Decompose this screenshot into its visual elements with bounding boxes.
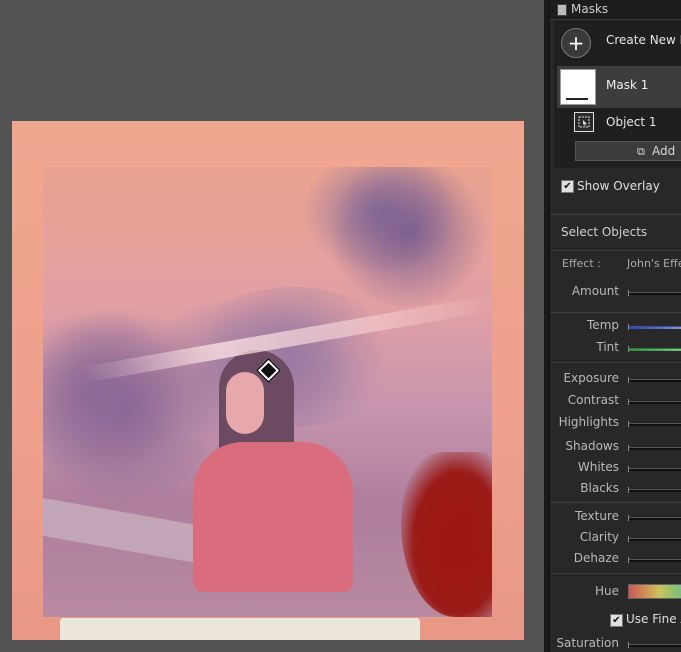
object-component-label[interactable]: Object 1 <box>606 115 657 129</box>
select-objects-label: Select Objects <box>561 225 648 239</box>
bench <box>43 497 203 565</box>
add-button-label: Add <box>652 144 676 158</box>
divider <box>550 214 681 215</box>
temp-slider[interactable] <box>628 324 681 330</box>
add-button[interactable]: ⧉ Add <box>575 141 681 161</box>
texture-slider[interactable] <box>628 515 681 521</box>
mask-item[interactable]: Mask 1 <box>557 66 681 108</box>
divider <box>550 502 681 503</box>
object-select-icon[interactable] <box>574 112 594 132</box>
whites-label: Whites <box>577 460 619 474</box>
shadows-label: Shadows <box>565 439 619 453</box>
divider <box>550 362 681 363</box>
dehaze-slider[interactable] <box>628 557 681 563</box>
mask-thumbnail[interactable] <box>560 69 596 105</box>
hue-slider[interactable] <box>628 584 681 599</box>
contrast-slider[interactable] <box>628 399 681 405</box>
show-overlay-checkbox[interactable]: ✔ <box>561 180 574 193</box>
whites-slider[interactable] <box>628 466 681 472</box>
dehaze-label: Dehaze <box>573 551 619 565</box>
saturation-label: Saturation <box>556 636 619 650</box>
temp-label: Temp <box>587 318 619 332</box>
mask-overlay-region <box>401 452 492 617</box>
clarity-label: Clarity <box>579 530 619 544</box>
use-fine-adjustment-checkbox[interactable]: ✔ <box>610 614 623 627</box>
contrast-label: Contrast <box>567 393 619 407</box>
photo-border-strip <box>60 618 420 640</box>
panel-toggle-icon[interactable] <box>557 4 567 16</box>
amount-label: Amount <box>571 284 619 298</box>
exposure-label: Exposure <box>563 371 619 385</box>
tree-foliage <box>323 167 492 307</box>
tint-slider[interactable] <box>628 346 681 352</box>
highlights-slider[interactable] <box>628 421 681 427</box>
blacks-slider[interactable] <box>628 487 681 493</box>
masks-header[interactable]: Masks <box>550 0 681 20</box>
hue-label: Hue <box>594 584 619 598</box>
show-overlay-label[interactable]: Show Overlay <box>577 179 660 193</box>
texture-label: Texture <box>575 509 619 523</box>
add-icon: ⧉ <box>637 145 645 158</box>
highlights-label: Highlights <box>558 415 619 429</box>
divider <box>550 250 681 251</box>
create-mask-label[interactable]: Create New M <box>606 33 681 47</box>
use-fine-adjustment-label[interactable]: Use Fine A <box>626 612 681 626</box>
clarity-slider[interactable] <box>628 536 681 542</box>
effect-label: Effect : <box>562 257 601 270</box>
mask-name[interactable]: Mask 1 <box>606 78 648 92</box>
tint-label: Tint <box>596 340 619 354</box>
person-face <box>226 372 264 434</box>
divider <box>550 312 681 313</box>
effect-preset-dropdown[interactable]: John's Effe <box>627 257 681 270</box>
shadows-slider[interactable] <box>628 445 681 451</box>
masks-title: Masks <box>571 2 609 16</box>
create-mask-button[interactable]: + <box>561 28 591 58</box>
photo-image <box>43 167 492 617</box>
right-panel: Masks + Create New M Mask 1 Object 1 ⧉ A… <box>549 0 681 652</box>
saturation-slider[interactable] <box>628 642 681 648</box>
exposure-slider[interactable] <box>628 377 681 383</box>
plus-icon: + <box>567 31 585 55</box>
amount-slider[interactable] <box>628 290 681 296</box>
blacks-label: Blacks <box>580 481 619 495</box>
person-shirt <box>193 442 353 592</box>
divider <box>550 573 681 574</box>
